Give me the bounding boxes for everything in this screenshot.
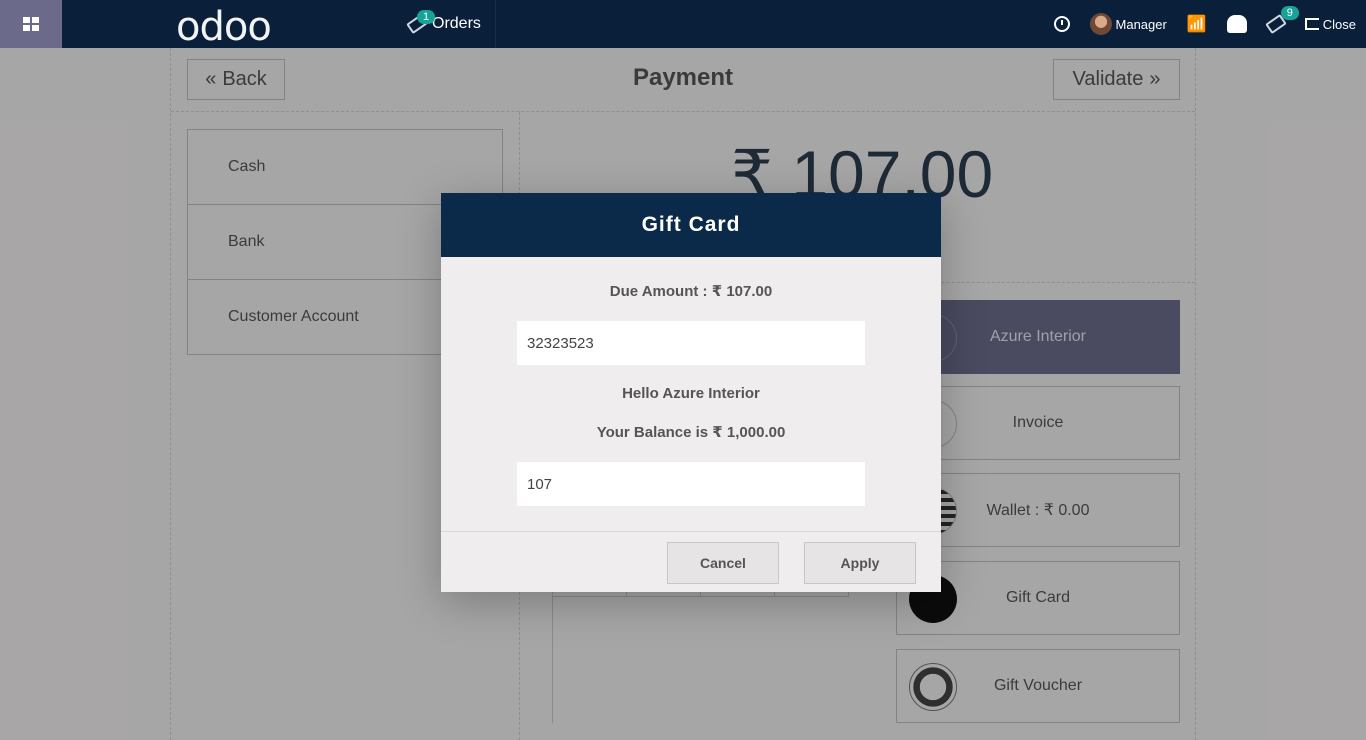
sync-clock-button[interactable]: [1044, 0, 1080, 48]
dialog-footer-divider: [441, 531, 941, 532]
clock-icon: [1053, 16, 1070, 32]
dialog-title: Gift Card: [441, 193, 941, 257]
tickets-button[interactable]: 9: [1257, 0, 1299, 48]
top-navbar: odoo 1 Orders Manager 📶 9 Close: [0, 0, 1366, 50]
grid-icon: [23, 17, 39, 31]
customer-greeting: Hello Azure Interior: [622, 385, 760, 402]
user-name: Manager: [1115, 16, 1167, 32]
orders-button[interactable]: 1 Orders: [402, 0, 496, 48]
orders-count-badge: 1: [417, 10, 436, 24]
gift-card-number-input[interactable]: [517, 321, 865, 365]
gift-card-dialog: Gift Card Due Amount : ₹ 107.00 Hello Az…: [441, 193, 941, 592]
user-menu[interactable]: Manager: [1080, 0, 1177, 48]
cancel-button[interactable]: Cancel: [667, 542, 779, 584]
orders-label: Orders: [432, 15, 481, 32]
network-status[interactable]: 📶: [1177, 0, 1217, 48]
sign-out-icon: [1304, 18, 1319, 30]
avatar: [1089, 13, 1112, 35]
wifi-icon: 📶: [1186, 16, 1207, 33]
balance-text: Your Balance is ₹ 1,000.00: [596, 424, 786, 441]
apps-menu-button[interactable]: [0, 0, 62, 48]
close-label: Close: [1322, 16, 1356, 32]
kitchen-button[interactable]: [1217, 0, 1257, 48]
amount-input[interactable]: [517, 462, 865, 506]
chef-hat-icon: [1226, 15, 1247, 33]
odoo-logo: odoo: [176, 4, 272, 50]
apply-button[interactable]: Apply: [804, 542, 916, 584]
close-button[interactable]: Close: [1295, 0, 1366, 48]
due-amount-text: Due Amount : ₹ 107.00: [609, 283, 773, 300]
